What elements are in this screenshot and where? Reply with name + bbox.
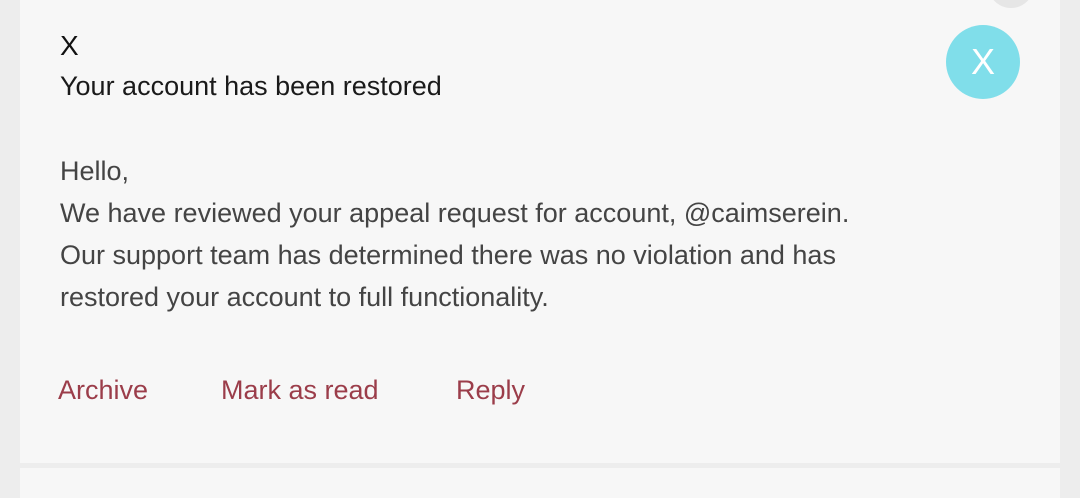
notification-card[interactable]: X Your account has been restored X Hello… (20, 0, 1060, 463)
email-body: Hello, We have reviewed your appeal requ… (60, 150, 960, 318)
archive-button[interactable]: Archive (58, 372, 148, 408)
mark-as-read-button[interactable]: Mark as read (221, 372, 379, 408)
reply-button[interactable]: Reply (456, 372, 525, 408)
body-line: Our support team has determined there wa… (60, 240, 836, 270)
sender-name: X (60, 30, 79, 61)
avatar-letter: X (970, 41, 995, 82)
email-subject: Your account has been restored (60, 71, 442, 101)
previous-card-avatar (988, 0, 1034, 8)
body-line: We have reviewed your appeal request for… (60, 198, 850, 228)
body-line: restored your account to full functional… (60, 282, 549, 312)
sender-avatar: X (946, 25, 1020, 99)
next-notification-card[interactable] (20, 468, 1060, 498)
body-line: Hello, (60, 156, 130, 186)
